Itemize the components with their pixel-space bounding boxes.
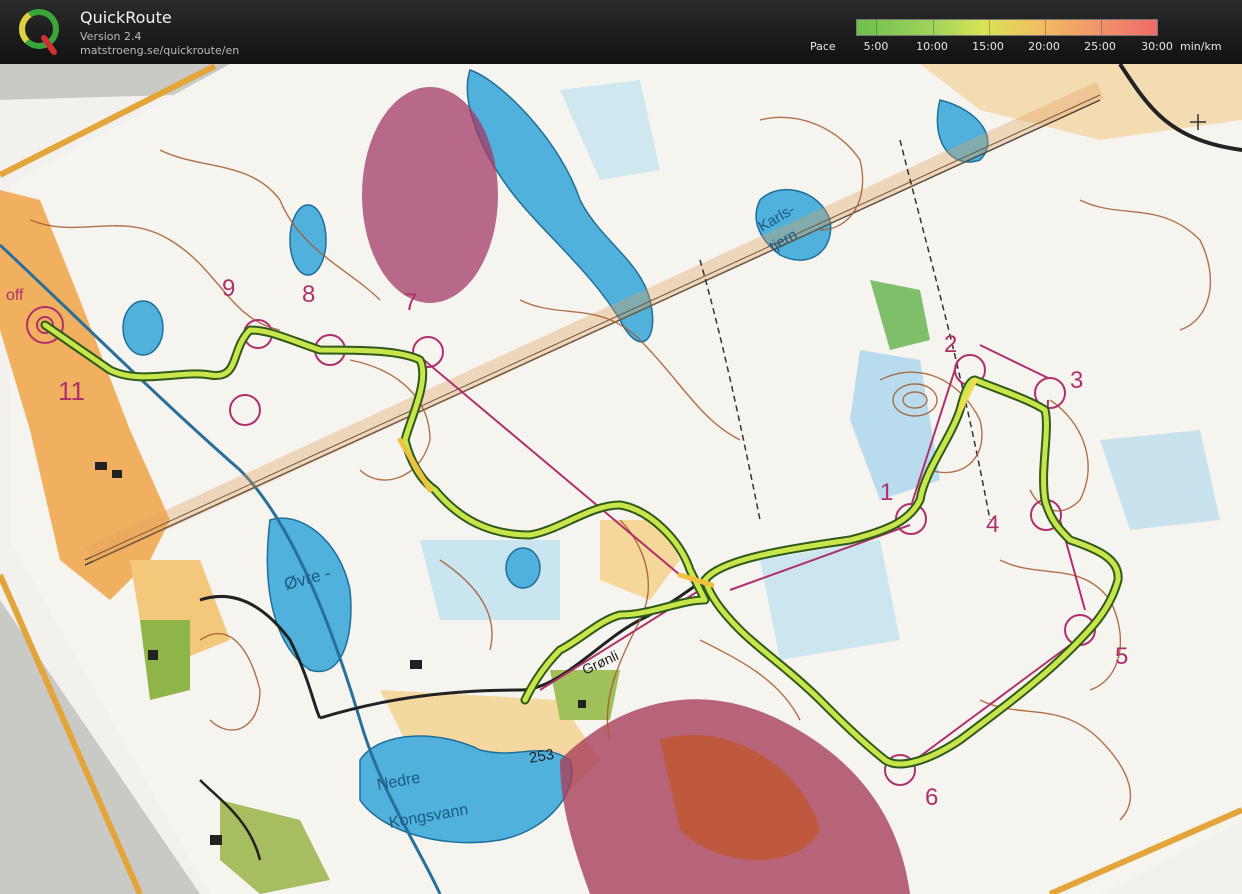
control-number-11: 11	[58, 376, 85, 406]
app-header: QuickRoute Version 2.4 matstroeng.se/qui…	[0, 0, 1242, 64]
control-number-8: 8	[302, 281, 315, 308]
pace-mark-10: 10:00	[916, 40, 948, 53]
control-number-3: 3	[1070, 367, 1083, 394]
pace-color-scale	[856, 19, 1158, 36]
quickroute-logo-icon	[19, 9, 59, 55]
pace-label: Pace	[810, 40, 836, 53]
control-number-7: 7	[404, 289, 417, 316]
pace-mark-25: 25:00	[1084, 40, 1116, 53]
control-number-6: 6	[925, 784, 938, 811]
control-number-2: 2	[944, 331, 957, 358]
control-number-9: 9	[222, 275, 235, 302]
small-lake-west	[289, 204, 327, 276]
app-url: matstroeng.se/quickroute/en	[80, 44, 240, 57]
pace-mark-5: 5:00	[863, 40, 889, 53]
out-of-bounds-north	[362, 87, 498, 303]
app-title: QuickRoute	[80, 8, 172, 27]
pace-mark-30: 30:00	[1141, 40, 1173, 53]
control-number-1: 1	[880, 479, 893, 506]
control-number-5: 5	[1115, 643, 1128, 670]
app-version: Version 2.4	[80, 30, 142, 43]
pace-mark-15: 15:00	[972, 40, 1004, 53]
control-number-4: 4	[986, 511, 999, 538]
label-start: off	[6, 287, 24, 304]
pace-unit: min/km	[1180, 40, 1222, 53]
orienteering-map[interactable]: Karls- tjern Øvre - Nedre Kongsvann Grøn…	[0, 64, 1242, 894]
pace-mark-20: 20:00	[1028, 40, 1060, 53]
